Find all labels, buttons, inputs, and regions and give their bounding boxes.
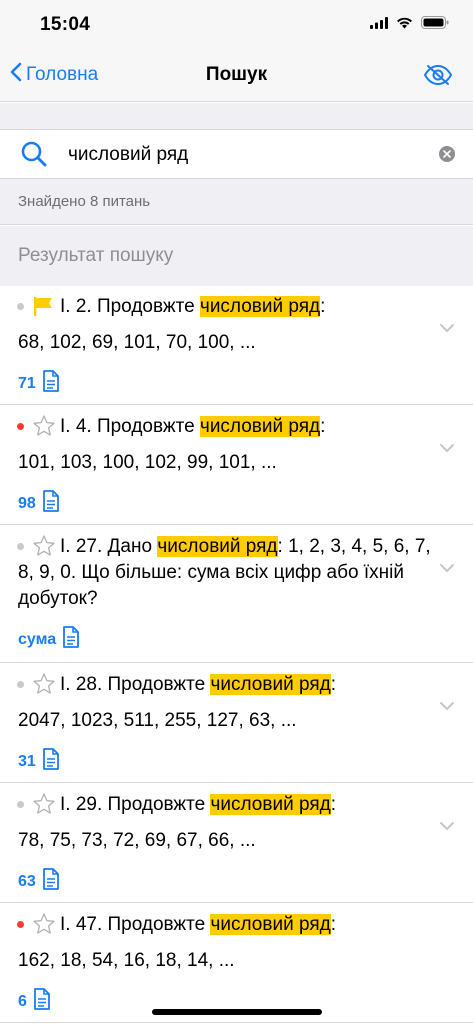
star-icon[interactable] [32,414,56,443]
search-highlight: числовий ряд [157,536,278,557]
question-text-line: 101, 103, 100, 102, 99, 101, ... [18,452,277,473]
question-text: І. 27. Дано числовий ряд: 1, 2, 3, 4, 5,… [60,536,431,557]
search-bar [0,129,473,179]
question-text: І. 47. Продовжте числовий ряд: [60,914,336,935]
navigation-bar: Головна Пошук [0,50,473,102]
question-text-line: 68, 102, 69, 101, 70, 100, ... [18,332,256,353]
answer: 6 [18,988,51,1015]
answer: 71 [18,370,60,397]
chevron-down-icon[interactable] [439,440,455,458]
hide-answers-button[interactable] [423,64,453,91]
question-text-line: 8, 9, 0. Що більше: сума всіх цифр або ї… [18,562,404,583]
battery-icon [421,16,449,34]
chevron-down-icon[interactable] [439,560,455,578]
chevron-down-icon[interactable] [439,320,455,338]
star-icon[interactable] [32,792,56,821]
answer-text: 63 [18,872,36,890]
chevron-down-icon[interactable] [439,818,455,836]
status-dot [17,303,24,310]
result-item[interactable]: І. 47. Продовжте числовий ряд: 162, 18, … [0,904,473,1023]
search-highlight: числовий ряд [210,674,331,695]
search-highlight: числовий ряд [210,914,331,935]
found-count-bar: Знайдено 8 питань [0,179,473,225]
section-header: Результат пошуку [0,226,473,286]
question-text: І. 2. Продовжте числовий ряд: [60,296,326,317]
result-item[interactable]: І. 29. Продовжте числовий ряд: 78, 75, 7… [0,784,473,903]
search-highlight: числовий ряд [210,794,331,815]
home-indicator[interactable] [152,1009,322,1015]
chevron-down-icon[interactable] [439,698,455,716]
search-icon [20,140,48,173]
answer: 63 [18,868,60,895]
question-text-line: 162, 18, 54, 16, 18, 14, ... [18,950,235,971]
status-time: 15:04 [40,14,91,35]
status-dot [17,801,24,808]
answer-text: 98 [18,494,36,512]
status-icons [370,16,449,34]
result-item[interactable]: І. 2. Продовжте числовий ряд: 68, 102, 6… [0,286,473,405]
answer-text: 31 [18,752,36,770]
result-item[interactable]: І. 27. Дано числовий ряд: 1, 2, 3, 4, 5,… [0,526,473,663]
question-text: І. 29. Продовжте числовий ряд: [60,794,336,815]
question-text-line: 2047, 1023, 511, 255, 127, 63, ... [18,710,297,731]
status-dot [17,921,24,928]
status-dot [17,543,24,550]
spacer [0,103,473,129]
answer-text: 71 [18,374,36,392]
question-text-line: 78, 75, 73, 72, 69, 67, 66, ... [18,830,256,851]
document-icon [42,868,60,895]
search-input[interactable] [68,140,428,170]
eye-slash-icon [423,64,453,90]
flag-icon[interactable] [32,295,54,322]
document-icon [42,370,60,397]
answer-text: 6 [18,992,27,1010]
signal-icon [370,16,388,34]
answer: 98 [18,490,60,517]
found-count: Знайдено 8 питань [18,193,151,210]
result-item[interactable]: І. 4. Продовжте числовий ряд: 101, 103, … [0,406,473,525]
document-icon [62,626,80,653]
page-title: Пошук [205,64,268,85]
search-highlight: числовий ряд [199,296,321,317]
status-dot [17,681,24,688]
question-text-line: добуток? [18,588,98,609]
result-item[interactable]: І. 28. Продовжте числовий ряд: 2047, 102… [0,664,473,783]
question-text: І. 28. Продовжте числовий ряд: [60,674,336,695]
status-dot [17,423,24,430]
answer: 31 [18,748,60,775]
answer: сума [18,626,80,653]
question-text: І. 4. Продовжте числовий ряд: [60,416,326,437]
document-icon [33,988,51,1015]
answer-text: сума [18,630,57,648]
status-bar: 15:04 [0,0,473,50]
star-icon[interactable] [32,672,56,701]
clear-search-button[interactable] [439,146,455,162]
close-icon [443,150,451,158]
search-highlight: числовий ряд [199,416,321,437]
star-icon[interactable] [32,912,56,941]
wifi-icon [396,16,413,34]
document-icon [42,748,60,775]
document-icon [42,490,60,517]
section-title: Результат пошуку [18,245,174,266]
